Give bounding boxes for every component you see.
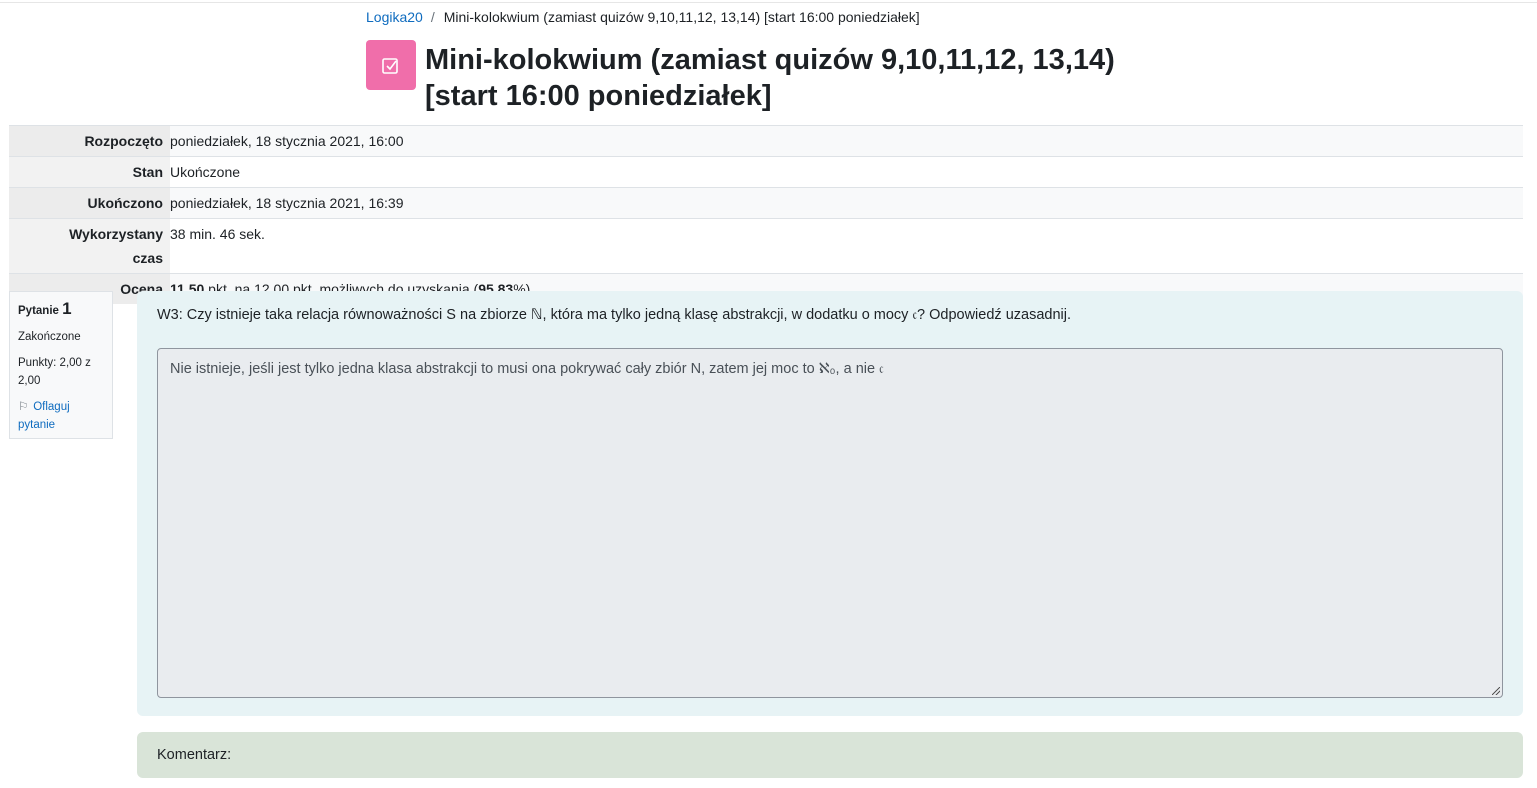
answer-text: Nie istnieje, jeśli jest tylko jedna kla… xyxy=(170,361,884,377)
summary-row-time-taken: Wykorzystany czas 38 min. 46 sek. xyxy=(9,218,1523,274)
answer-textarea[interactable]: Nie istnieje, jeśli jest tylko jedna kla… xyxy=(157,348,1503,698)
comment-label: Komentarz: xyxy=(157,747,232,763)
question-formulation: W3: Czy istnieje taka relacja równoważno… xyxy=(137,291,1523,716)
question-label: Pytanie xyxy=(18,305,59,317)
completed-value: poniedziałek, 18 stycznia 2021, 16:39 xyxy=(170,195,404,211)
breadcrumb-course-link[interactable]: Logika20 xyxy=(366,9,423,25)
flag-question-link[interactable]: ⚐ Oflaguj pytanie xyxy=(18,398,104,434)
question-marks: Punkty: 2,00 z 2,00 xyxy=(18,357,91,387)
page-title-line-2: [start 16:00 poniedziałek] xyxy=(425,80,772,112)
started-label: Rozpoczęto xyxy=(9,125,170,157)
page-title: Mini-kolokwium (zamiast quizów 9,10,11,1… xyxy=(425,42,1115,114)
question-text: W3: Czy istnieje taka relacja równoważno… xyxy=(157,307,1071,323)
question-info-panel: Pytanie 1 Zakończone Punkty: 2,00 z 2,00… xyxy=(9,291,113,439)
attempt-summary-table: Rozpoczęto poniedziałek, 18 stycznia 202… xyxy=(9,125,1523,304)
state-label: Stan xyxy=(9,156,170,188)
question-number: 1 xyxy=(62,299,72,318)
breadcrumb-current: Mini-kolokwium (zamiast quizów 9,10,11,1… xyxy=(443,9,920,25)
time-taken-label: Wykorzystany czas xyxy=(9,218,170,274)
breadcrumb: Logika20 / Mini-kolokwium (zamiast quizów … xyxy=(366,8,920,26)
breadcrumb-separator: / xyxy=(430,9,435,25)
started-value: poniedziałek, 18 stycznia 2021, 16:00 xyxy=(170,133,404,149)
question-number-heading: Pytanie 1 xyxy=(18,300,104,320)
comment-box: Komentarz: xyxy=(137,732,1523,778)
summary-row-started: Rozpoczęto poniedziałek, 18 stycznia 202… xyxy=(9,125,1523,157)
summary-row-state: Stan Ukończone xyxy=(9,156,1523,188)
textarea-resize-handle[interactable] xyxy=(1492,687,1500,695)
time-taken-label-line-2: czas xyxy=(132,250,163,266)
completed-label: Ukończono xyxy=(9,187,170,219)
quiz-checkbox-icon xyxy=(366,40,416,90)
summary-row-completed: Ukończono poniedziałek, 18 stycznia 2021… xyxy=(9,187,1523,219)
page-title-line-1: Mini-kolokwium (zamiast quizów 9,10,11,1… xyxy=(425,44,1115,76)
flag-icon: ⚐ xyxy=(18,401,29,413)
top-divider xyxy=(0,2,1537,3)
time-taken-label-line-1: Wykorzystany xyxy=(69,226,163,242)
state-value: Ukończone xyxy=(170,164,241,180)
question-state: Zakończone xyxy=(18,331,81,343)
time-taken-value: 38 min. 46 sek. xyxy=(170,226,265,242)
